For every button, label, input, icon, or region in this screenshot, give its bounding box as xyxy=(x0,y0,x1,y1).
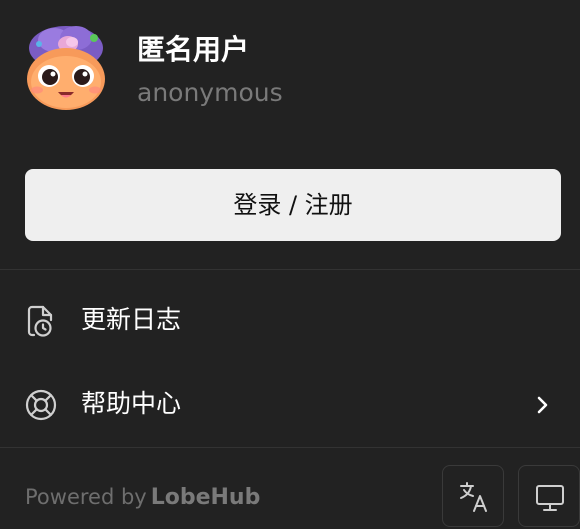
avatar[interactable] xyxy=(24,22,110,112)
monitor-icon xyxy=(536,485,564,511)
menu-item-help-center[interactable]: 帮助中心 xyxy=(0,370,580,440)
login-register-button[interactable]: 登录 / 注册 xyxy=(25,169,561,241)
user-name: 匿名用户 xyxy=(137,33,250,66)
user-id: anonymous xyxy=(137,78,283,107)
translate-icon xyxy=(460,482,487,512)
brand-logo[interactable]: LobeHub xyxy=(151,485,261,510)
powered-by: Powered by LobeHub xyxy=(25,482,260,513)
changelog-icon xyxy=(27,305,53,337)
display-mode-button[interactable] xyxy=(518,465,580,527)
powered-by-label: Powered by xyxy=(25,485,147,509)
menu-item-changelog[interactable]: 更新日志 xyxy=(0,286,580,356)
divider xyxy=(0,269,580,270)
divider xyxy=(0,447,580,448)
language-button[interactable] xyxy=(442,465,504,527)
user-profile: 匿名用户 anonymous xyxy=(24,22,564,114)
chevron-right-icon xyxy=(537,396,548,414)
lifebuoy-icon xyxy=(25,389,57,421)
menu-item-label: 帮助中心 xyxy=(81,389,182,418)
menu-item-label: 更新日志 xyxy=(81,305,182,334)
